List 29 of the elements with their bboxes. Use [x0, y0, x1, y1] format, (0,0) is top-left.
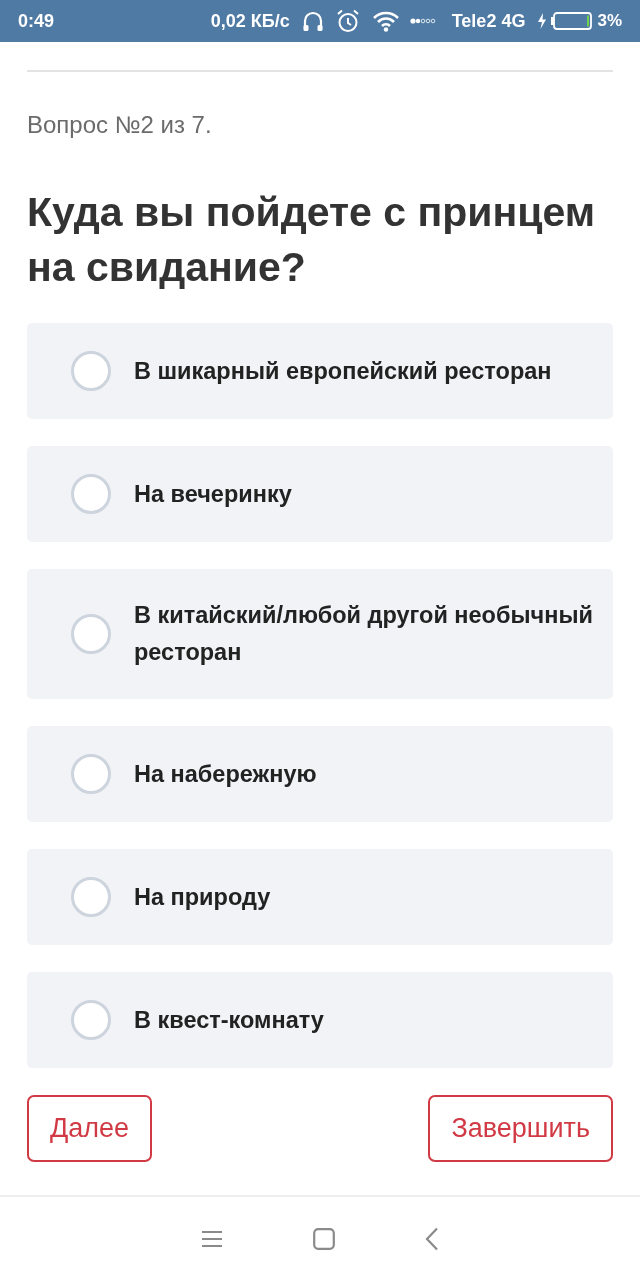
wifi-icon [371, 10, 400, 32]
radio-button[interactable] [71, 351, 111, 391]
radio-button[interactable] [71, 1000, 111, 1040]
action-button[interactable]: Завершить [428, 1095, 613, 1162]
battery-percentage: 3% [597, 10, 622, 33]
radio-button[interactable] [71, 614, 111, 654]
answer-option[interactable]: В квест-комнату [27, 972, 613, 1068]
question-counter: Вопрос №2 из 7. [27, 110, 213, 140]
answer-option[interactable]: На природу [27, 849, 613, 945]
answer-option[interactable]: На вечеринку [27, 446, 613, 542]
radio-button[interactable] [71, 754, 111, 794]
back-icon[interactable] [425, 1226, 439, 1251]
action-button[interactable]: Далее [27, 1095, 153, 1162]
charging-bolt-icon [537, 13, 548, 29]
carrier-name: Tele2 4G [451, 9, 526, 33]
clock-time: 0:49 [18, 9, 55, 33]
question-title: Куда вы пойдете с принцем на свидание? [27, 188, 596, 292]
answer-option[interactable]: На набережную [27, 726, 613, 822]
headphones-icon [301, 10, 324, 32]
network-speed: 0,02 КБ/с [210, 9, 290, 33]
menu-icon[interactable] [201, 1229, 223, 1248]
signal-dots-icon [409, 17, 436, 25]
answer-option[interactable]: В шикарный европейский ресторан [27, 323, 613, 419]
radio-button[interactable] [71, 877, 111, 917]
battery-icon [550, 12, 593, 30]
answer-option[interactable]: В китайский/любой другой необычный ресторан [27, 569, 613, 699]
radio-button[interactable] [71, 474, 111, 514]
home-square-icon[interactable] [313, 1227, 335, 1250]
alarm-clock-icon [335, 9, 360, 33]
